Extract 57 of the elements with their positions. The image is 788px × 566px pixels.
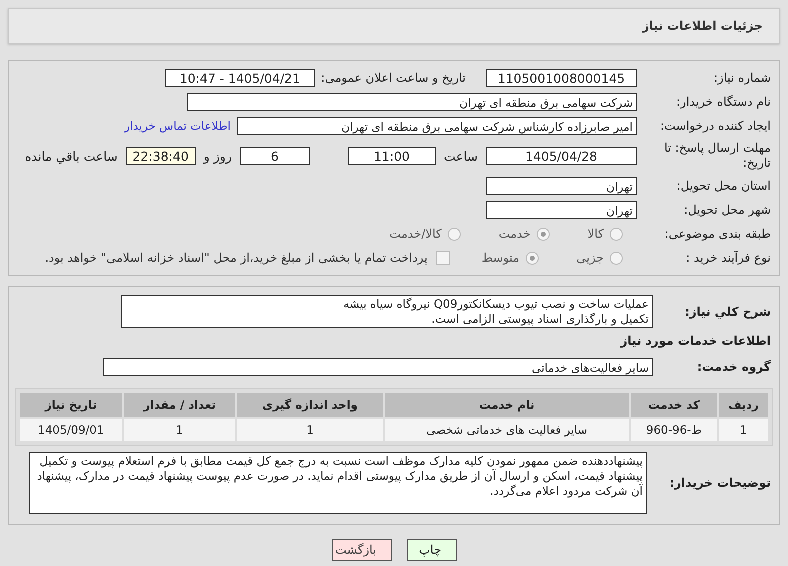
table-cell: 1405/09/01 bbox=[20, 419, 122, 441]
radio-button[interactable] bbox=[610, 252, 623, 264]
field-label: شماره نیاز: bbox=[713, 71, 772, 85]
option-label: جزیی bbox=[576, 251, 604, 265]
section-heading: اطلاعات خدمات مورد نیاز bbox=[619, 334, 772, 348]
field-label: مهلت ارسال پاسخ: تا تاریخ: bbox=[663, 141, 772, 171]
service-group-field: سایر فعالیت‌های خدماتی bbox=[103, 358, 653, 376]
remaining-time-field: 22:38:40 bbox=[126, 147, 196, 165]
option-label: متوسط bbox=[482, 251, 520, 265]
radio-button[interactable] bbox=[448, 228, 461, 240]
field-label: گروه خدمت: bbox=[696, 360, 772, 374]
field-label: شهر محل تحویل: bbox=[683, 203, 772, 217]
days-field: 6 bbox=[240, 147, 310, 165]
contact-link[interactable]: اطلاعات تماس خریدار bbox=[124, 119, 231, 133]
city-field: تهران bbox=[486, 201, 637, 219]
column-header: تعداد / مقدار bbox=[124, 393, 236, 417]
table-cell: ط-96-960 bbox=[631, 419, 718, 441]
radio-button[interactable] bbox=[526, 252, 539, 264]
page-title: جزئیات اطلاعات نیاز bbox=[642, 19, 763, 33]
deadline-time-field: 11:00 bbox=[348, 147, 436, 165]
column-header: نام خدمت bbox=[385, 393, 630, 417]
field-label: استان محل تحویل: bbox=[676, 179, 772, 193]
column-header: واحد اندازه گیری bbox=[237, 393, 384, 417]
print-button[interactable]: چاپ bbox=[406, 539, 456, 561]
back-button[interactable]: بازگشت bbox=[332, 539, 392, 561]
table-cell: 1 bbox=[124, 419, 236, 441]
checkbox[interactable] bbox=[436, 251, 450, 265]
table-cell: سایر فعالیت های خدماتی شخصی bbox=[385, 419, 630, 441]
field-label: توضیحات خریدار: bbox=[668, 476, 772, 490]
description-box: عملیات ساخت و نصب تیوب دیسکانکتورQ09 نیروگاه سیاه بیشه تکمیل و بارگذاری اسناد پیوستی الزامی است. bbox=[121, 295, 653, 328]
buyer-org-field: شرکت سهامی برق منطقه ای تهران bbox=[187, 93, 637, 111]
field-label: تاریخ و ساعت اعلان عمومی: bbox=[321, 71, 466, 85]
field-label: نام دستگاه خریدار: bbox=[676, 95, 772, 109]
checkbox-label: پرداخت تمام یا بخشی از مبلغ خرید،از محل "اسناد خزانه اسلامی" خواهد بود. bbox=[45, 251, 428, 265]
province-field: تهران bbox=[486, 177, 637, 195]
option-label: کالا/خدمت bbox=[390, 227, 442, 241]
need-number-field: 1105001008000145 bbox=[486, 69, 637, 87]
field-label: نوع فرآیند خرید : bbox=[685, 251, 772, 265]
field-label: ایجاد کننده درخواست: bbox=[659, 119, 772, 133]
time-label: ساعت bbox=[444, 148, 478, 164]
radio-button[interactable] bbox=[536, 228, 550, 240]
column-header: ردیف bbox=[719, 393, 768, 417]
remaining-label: ساعت باقي مانده bbox=[25, 148, 118, 164]
option-label: کالا bbox=[588, 227, 604, 241]
table-cell: 1 bbox=[237, 419, 384, 441]
requester-field: امیر صابرزاده کارشناس شرکت سهامی برق منطقه ای تهران bbox=[237, 117, 637, 135]
field-label: طبقه بندی موضوعی: bbox=[664, 227, 772, 241]
days-label: روز و bbox=[204, 148, 232, 164]
column-header: تاریخ نیاز bbox=[20, 393, 122, 417]
option-label: خدمت bbox=[498, 227, 531, 241]
buyer-notes-box: پیشنهاددهنده ضمن ممهور نمودن کلیه مدارک موظف است نسبت به درج جمع کل قیمت مطابق با فرم استعلام پیوست و تکمیل پیشنهاد قیمت، اسکن و ارسال آن از طریق مدارک پیوستی اقدام نماید. در صورت عدم پیوست پیشنهاد قیمت در مدارک، پیشنهاد آن شرکت مردود اعلام می‌گردد. bbox=[29, 452, 647, 514]
announce-date-field: 1405/04/21 - 10:47 bbox=[165, 69, 316, 87]
radio-button[interactable] bbox=[610, 228, 623, 240]
table-cell: 1 bbox=[719, 419, 768, 441]
field-label: شرح کلي نياز: bbox=[684, 304, 772, 318]
deadline-date-field: 1405/04/28 bbox=[486, 147, 637, 165]
column-header: کد خدمت bbox=[631, 393, 718, 417]
